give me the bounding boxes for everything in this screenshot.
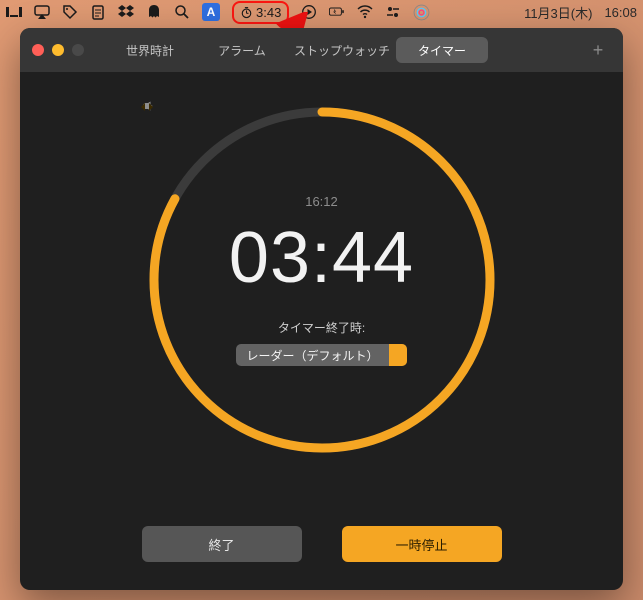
- tag-icon[interactable]: [62, 4, 78, 20]
- menubar: A 3:43 11月3日(木) 16:08: [0, 0, 643, 24]
- timer-sound-value: レーダー（デフォルト）: [236, 347, 388, 364]
- menubar-time[interactable]: 16:08: [604, 5, 637, 20]
- menubar-date[interactable]: 11月3日(木): [524, 3, 592, 22]
- cancel-button[interactable]: 終了: [142, 526, 302, 562]
- timer-end-label: タイマー終了時:: [278, 319, 365, 336]
- airplay-icon[interactable]: [34, 4, 50, 20]
- siri-icon[interactable]: [413, 4, 430, 21]
- timer-sound-select[interactable]: レーダー（デフォルト）: [236, 344, 406, 366]
- zoom-button[interactable]: [72, 44, 84, 56]
- timer-end-time: 16:12: [305, 194, 338, 209]
- menubar-timer-value: 3:43: [256, 5, 281, 20]
- timer-end-at: 16:12: [305, 194, 338, 209]
- menubar-timer[interactable]: 3:43: [232, 1, 289, 24]
- tab-world-clock[interactable]: 世界時計: [104, 37, 196, 63]
- search-icon[interactable]: [174, 4, 190, 20]
- traffic-lights: [32, 44, 84, 56]
- chevron-updown-icon: [389, 344, 407, 366]
- minimize-button[interactable]: [52, 44, 64, 56]
- tab-timer[interactable]: タイマー: [396, 37, 488, 63]
- dropbox-icon[interactable]: [118, 4, 134, 20]
- timer-ring: 16:12 03:44 タイマー終了時: レーダー（デフォルト）: [142, 100, 502, 460]
- clipboard-icon[interactable]: [90, 4, 106, 20]
- control-center-icon[interactable]: [385, 4, 401, 20]
- tab-alarm[interactable]: アラーム: [196, 37, 288, 63]
- ghost-icon[interactable]: [146, 4, 162, 20]
- play-icon[interactable]: [301, 4, 317, 20]
- wifi-icon[interactable]: [357, 4, 373, 20]
- timer-remaining: 03:44: [229, 217, 414, 299]
- battery-icon[interactable]: [329, 4, 345, 20]
- close-button[interactable]: [32, 44, 44, 56]
- clock-window: 世界時計 アラーム ストップウォッチ タイマー + 16:12 03:44 タイ…: [20, 28, 623, 590]
- timer-content: 16:12 03:44 タイマー終了時: レーダー（デフォルト） 終了 一時停止: [20, 72, 623, 590]
- titlebar: 世界時計 アラーム ストップウォッチ タイマー +: [20, 28, 623, 72]
- tab-bar: 世界時計 アラーム ストップウォッチ タイマー: [104, 37, 585, 63]
- add-button[interactable]: +: [585, 37, 611, 63]
- tab-stopwatch[interactable]: ストップウォッチ: [288, 37, 396, 63]
- input-source-badge[interactable]: A: [202, 3, 220, 21]
- dock-icon[interactable]: [6, 4, 22, 20]
- pause-button[interactable]: 一時停止: [342, 526, 502, 562]
